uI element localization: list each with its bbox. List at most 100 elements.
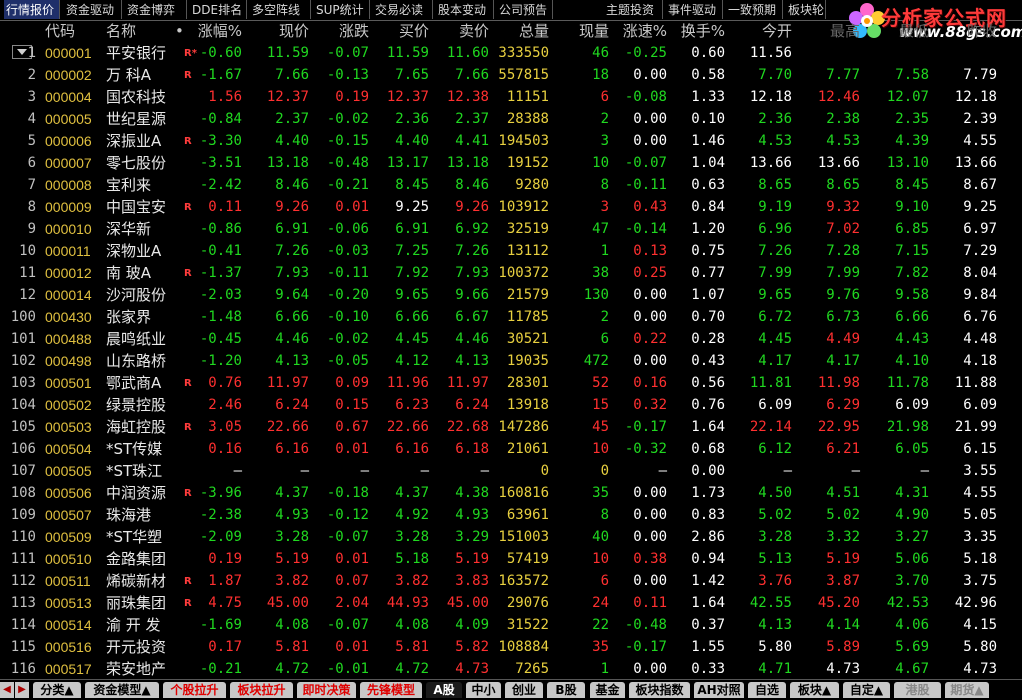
table-row[interactable]: 12 000014 沙河股份 -2.03 9.64 -0.20 9.65 9.66 21579 1… bbox=[0, 284, 1022, 306]
table-row[interactable]: 9 000010 深华新 -0.86 6.91 -0.06 6.91 6.92 32519 47-… bbox=[0, 218, 1022, 240]
prev-close: 7.29 bbox=[963, 243, 997, 259]
table-row[interactable]: 5 000006 深振业A R -3.30 4.40 -0.15 4.40 4.41 194503… bbox=[0, 130, 1022, 152]
table-row[interactable]: 11 000012 南 玻A R -1.37 7.93 -0.11 7.92 7.93 10037… bbox=[0, 262, 1022, 284]
bottom-tab-4[interactable]: 即时决策 bbox=[297, 682, 356, 698]
header-code[interactable]: 代码 bbox=[45, 21, 75, 41]
table-row[interactable]: 101 000488 晨鸣纸业 -0.45 4.46 -0.02 4.45 4.46 30521… bbox=[0, 328, 1022, 350]
high: 5.02 bbox=[826, 507, 860, 523]
table-row[interactable]: 3 000004 国农科技 1.56 12.37 0.19 12.37 12.38 11151 6… bbox=[0, 86, 1022, 108]
bottom-tab-13[interactable]: 自选 bbox=[748, 682, 786, 698]
header-turnover[interactable]: 换手% bbox=[668, 21, 725, 41]
prev-close: 3.55 bbox=[963, 463, 997, 479]
top-tab-7[interactable]: 股本变动 bbox=[436, 0, 494, 19]
header-prev-close[interactable]: 昨收 bbox=[940, 21, 997, 41]
table-row[interactable]: 111 000510 金路集团 0.19 5.19 0.01 5.18 5.19 57419 10… bbox=[0, 548, 1022, 570]
table-row[interactable]: 106 000504 *ST传媒 0.16 6.16 0.01 6.16 6.18 21061 1… bbox=[0, 438, 1022, 460]
top-tab-3[interactable]: DDE排名 bbox=[190, 0, 247, 19]
top-tab-8[interactable]: 公司预告 bbox=[497, 0, 553, 19]
bid: 7.25 bbox=[395, 243, 429, 259]
table-row[interactable]: 103 000501 鄂武商A R 0.76 11.97 0.09 11.96 11.97 283… bbox=[0, 372, 1022, 394]
top-tab-6[interactable]: 交易必读 bbox=[373, 0, 433, 19]
header-change[interactable]: 涨跌 bbox=[312, 21, 369, 41]
table-row[interactable]: 100 000430 张家界 -1.48 6.66 -0.10 6.66 6.67 11785 2… bbox=[0, 306, 1022, 328]
bottom-tab-0[interactable]: 分类▲ bbox=[33, 682, 81, 698]
scroll-left-first-icon[interactable]: ◀ bbox=[0, 682, 14, 698]
header-current-volume[interactable]: 现量 bbox=[552, 21, 609, 41]
table-row[interactable]: 1 000001 平安银行 R* -0.60 11.59 -0.07 11.59 11.60 33… bbox=[0, 42, 1022, 64]
top-tab-2[interactable]: 资金博弈 bbox=[125, 0, 187, 19]
price: 11.59 bbox=[266, 45, 309, 61]
header-name[interactable]: 名称 bbox=[106, 21, 136, 41]
table-row[interactable]: 107 000505 *ST珠江 – – – – – 0 0 – 0.00 – – – 3.55 bbox=[0, 460, 1022, 482]
header-speed[interactable]: 涨速% bbox=[610, 21, 667, 41]
open: 9.19 bbox=[758, 199, 792, 215]
header-pct[interactable]: 涨幅% bbox=[185, 21, 242, 41]
table-row[interactable]: 109 000507 珠海港 -2.38 4.93 -0.12 4.92 4.93 63961 8… bbox=[0, 504, 1022, 526]
table-row[interactable]: 116 000517 荣安地产 -0.21 4.72 -0.01 4.72 4.73 7265 1… bbox=[0, 658, 1022, 680]
price: 7.66 bbox=[275, 67, 309, 83]
speed: 0.00 bbox=[633, 507, 667, 523]
bid: 13.17 bbox=[386, 155, 429, 171]
header-price[interactable]: 现价 bbox=[252, 21, 309, 41]
table-row[interactable]: 4 000005 世纪星源 -0.84 2.37 -0.02 2.36 2.37 28388 2 0… bbox=[0, 108, 1022, 130]
top-tab-11[interactable]: 一致预期 bbox=[726, 0, 783, 19]
bottom-tab-10[interactable]: 基金 bbox=[590, 682, 625, 698]
header-high[interactable]: 最高 bbox=[803, 21, 860, 41]
bid: 44.93 bbox=[386, 595, 429, 611]
table-row[interactable]: 102 000498 山东路桥 -1.20 4.13 -0.05 4.12 4.13 19035… bbox=[0, 350, 1022, 372]
top-tab-4[interactable]: 多空阵线 bbox=[250, 0, 311, 19]
top-tab-10[interactable]: 事件驱动 bbox=[666, 0, 723, 19]
top-tab-12[interactable]: 板块轮 bbox=[786, 0, 826, 19]
top-tab-5[interactable]: SUP统计 bbox=[314, 0, 370, 19]
table-row[interactable]: 10 000011 深物业A -0.41 7.26 -0.03 7.25 7.26 13112 1… bbox=[0, 240, 1022, 262]
scroll-right-icon[interactable]: ▶ bbox=[15, 682, 29, 698]
table-row[interactable]: 2 000002 万 科A R -1.67 7.66 -0.13 7.65 7.66 557815… bbox=[0, 64, 1022, 86]
top-tab-9[interactable]: 主题投资 bbox=[604, 0, 663, 19]
table-row[interactable]: 113 000513 丽珠集团 R 4.75 45.00 2.04 44.93 45.00 290… bbox=[0, 592, 1022, 614]
bottom-tab-7[interactable]: 中小 bbox=[466, 682, 501, 698]
low: 4.90 bbox=[895, 507, 929, 523]
change: -0.11 bbox=[326, 265, 369, 281]
bottom-tab-9[interactable]: B股 bbox=[547, 682, 585, 698]
row-index: 111 bbox=[10, 551, 36, 567]
current-volume: 6 bbox=[600, 89, 609, 105]
header-ask[interactable]: 卖价 bbox=[432, 21, 489, 41]
bottom-tab-2[interactable]: 个股拉升 bbox=[163, 682, 226, 698]
bottom-tab-17[interactable]: 期货▲ bbox=[945, 682, 989, 698]
table-row[interactable]: 104 000502 绿景控股 2.46 6.24 0.15 6.23 6.24 13918 15… bbox=[0, 394, 1022, 416]
bottom-tab-15[interactable]: 自定▲ bbox=[843, 682, 890, 698]
bottom-tab-5[interactable]: 先锋模型 bbox=[360, 682, 422, 698]
open: 13.66 bbox=[749, 155, 792, 171]
open: 4.13 bbox=[758, 617, 792, 633]
low: 6.85 bbox=[895, 221, 929, 237]
price: 5.81 bbox=[275, 639, 309, 655]
header-low[interactable]: 最低 bbox=[872, 21, 929, 41]
header-volume[interactable]: 总量 bbox=[492, 21, 549, 41]
header-bid[interactable]: 买价 bbox=[372, 21, 429, 41]
table-row[interactable]: 112 000511 烯碳新材 R 1.87 3.82 0.07 3.82 3.83 163572… bbox=[0, 570, 1022, 592]
low: 5.69 bbox=[895, 639, 929, 655]
table-row[interactable]: 7 000008 宝利来 -2.42 8.46 -0.21 8.45 8.46 9280 8 -0.… bbox=[0, 174, 1022, 196]
bottom-tab-16[interactable]: 港股 bbox=[894, 682, 941, 698]
table-row[interactable]: 6 000007 零七股份 -3.51 13.18 -0.48 13.17 13.18 1915… bbox=[0, 152, 1022, 174]
bottom-tab-6[interactable]: A股 bbox=[426, 682, 462, 698]
top-tab-0[interactable]: 行情报价 bbox=[4, 0, 60, 19]
table-row[interactable]: 110 000509 *ST华塑 -2.09 3.28 -0.07 3.28 3.29 1510… bbox=[0, 526, 1022, 548]
table-row[interactable]: 115 000516 开元投资 0.17 5.81 0.01 5.81 5.82 108884 3… bbox=[0, 636, 1022, 658]
low: 42.53 bbox=[886, 595, 929, 611]
bottom-tab-1[interactable]: 资金模型▲ bbox=[85, 682, 159, 698]
bottom-tab-12[interactable]: AH对照 bbox=[694, 682, 744, 698]
table-row[interactable]: 105 000503 海虹控股 R 3.05 22.66 0.67 22.66 22.68 147… bbox=[0, 416, 1022, 438]
current-volume: 6 bbox=[600, 573, 609, 589]
bottom-tab-11[interactable]: 板块指数 bbox=[629, 682, 690, 698]
top-tab-1[interactable]: 资金驱动 bbox=[64, 0, 122, 19]
table-row[interactable]: 8 000009 中国宝安 R 0.11 9.26 0.01 9.25 9.26 103912 3 0… bbox=[0, 196, 1022, 218]
high: 5.89 bbox=[826, 639, 860, 655]
table-row[interactable]: 108 000506 中润资源 R -3.96 4.37 -0.18 4.37 4.38 1608… bbox=[0, 482, 1022, 504]
table-row[interactable]: 114 000514 渝 开 发 -1.69 4.08 -0.07 4.08 4.09 3152… bbox=[0, 614, 1022, 636]
row-index: 115 bbox=[10, 639, 36, 655]
bottom-tab-8[interactable]: 创业 bbox=[505, 682, 543, 698]
header-open[interactable]: 今开 bbox=[735, 21, 792, 41]
bottom-tab-14[interactable]: 板块▲ bbox=[790, 682, 839, 698]
bottom-tab-3[interactable]: 板块拉升 bbox=[230, 682, 293, 698]
